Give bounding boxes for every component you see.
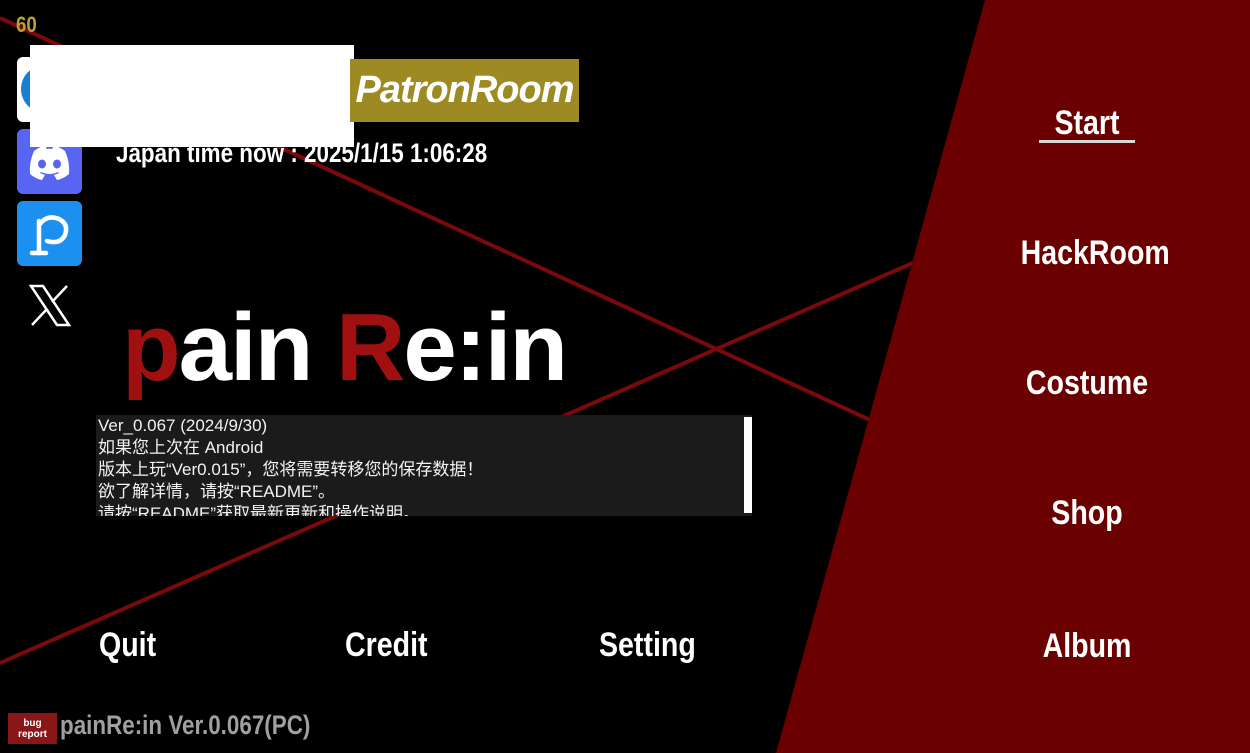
credit-button[interactable]: Credit	[345, 626, 428, 665]
notes-line: 如果您上次在 Android	[98, 438, 264, 457]
patronroom-button[interactable]: PatronRoom	[350, 59, 579, 122]
version-footer: painRe:in Ver.0.067(PC)	[60, 710, 311, 740]
costume-button[interactable]: Costume	[1021, 364, 1154, 403]
game-logo: pain Re:in	[122, 300, 568, 396]
bug-report-line1: bug	[23, 717, 42, 729]
pixiv-icon[interactable]	[17, 201, 82, 266]
logo-text-ain: ain	[178, 294, 337, 401]
notes-line: 版本上玩“Ver0.015”，您将需要转移您的保存数据！	[98, 460, 484, 479]
notes-line: 欲了解详情，请按“README”。	[98, 482, 336, 501]
notes-scrollbar[interactable]	[744, 417, 752, 513]
bug-report-button[interactable]: bug report	[8, 713, 57, 744]
update-notes-panel[interactable]: Ver_0.067 (2024/9/30) 如果您上次在 Android 版本上…	[96, 415, 752, 516]
fps-counter: 60	[16, 12, 37, 37]
redacted-banner	[30, 45, 354, 147]
start-underline	[1039, 140, 1135, 143]
bug-report-line2: report	[18, 728, 47, 740]
album-button[interactable]: Album	[1021, 627, 1154, 666]
x-icon[interactable]	[17, 273, 82, 338]
start-button[interactable]: Start	[1021, 104, 1154, 143]
notes-line: Ver_0.067 (2024/9/30)	[98, 416, 268, 435]
shop-button[interactable]: Shop	[1021, 494, 1154, 533]
logo-letter-p: p	[122, 294, 181, 401]
japan-time-label: Japan time now : 2025/1/15 1:06:28	[116, 138, 488, 168]
logo-letter-r: R	[336, 294, 405, 401]
quit-button[interactable]: Quit	[99, 626, 156, 665]
notes-line: 请按“README”获取最新更新和操作说明。	[98, 504, 421, 516]
hackroom-button[interactable]: HackRoom	[1021, 234, 1170, 273]
logo-text-ein: e:in	[403, 294, 568, 401]
setting-button[interactable]: Setting	[599, 626, 696, 665]
